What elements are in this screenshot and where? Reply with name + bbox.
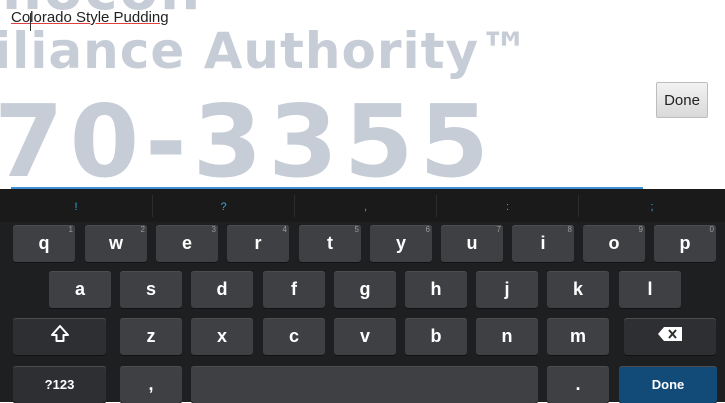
key-s[interactable]: s	[120, 271, 182, 308]
key-w[interactable]: w2	[85, 225, 147, 262]
done-key[interactable]: Done	[619, 366, 717, 403]
key-k[interactable]: k	[547, 271, 609, 308]
editor-text: Colorado Style Pudding	[11, 9, 169, 26]
key-c[interactable]: c	[263, 318, 325, 355]
key-a[interactable]: a	[49, 271, 111, 308]
period-key[interactable]: .	[547, 366, 609, 403]
key-hint: 9	[638, 225, 643, 234]
key-label: w	[108, 233, 123, 253]
key-y[interactable]: y6	[370, 225, 432, 262]
key-b[interactable]: b	[405, 318, 467, 355]
key-label: y	[395, 233, 406, 253]
key-hint: 4	[282, 225, 287, 234]
text-editor-field[interactable]	[11, 9, 643, 189]
comma-key[interactable]: ,	[120, 366, 182, 403]
key-g[interactable]: g	[334, 271, 396, 308]
key-label: i	[540, 233, 546, 253]
key-label: u	[466, 233, 478, 253]
key-d[interactable]: d	[191, 271, 253, 308]
suggestion-comma[interactable]: ,	[295, 189, 436, 222]
shift-icon	[50, 324, 70, 349]
key-label: p	[679, 233, 691, 253]
key-label: .	[575, 374, 581, 394]
key-j[interactable]: j	[476, 271, 538, 308]
key-r[interactable]: r4	[227, 225, 289, 262]
key-u[interactable]: u7	[441, 225, 503, 262]
text-caret	[30, 13, 31, 31]
key-hint: 3	[211, 225, 216, 234]
key-f[interactable]: f	[263, 271, 325, 308]
key-v[interactable]: v	[334, 318, 396, 355]
symbols-key[interactable]: ?123	[13, 366, 106, 403]
done-button[interactable]: Done	[656, 82, 708, 118]
key-i[interactable]: i8	[512, 225, 574, 262]
key-m[interactable]: m	[547, 318, 609, 355]
key-hint: 6	[425, 225, 430, 234]
suggestion-colon[interactable]: :	[437, 189, 578, 222]
soft-keyboard: ! ? , : ; q1 w2 e3 r4 t5 y6 u7 i8 o9 p0 …	[0, 189, 725, 403]
key-h[interactable]: h	[405, 271, 467, 308]
key-l[interactable]: l	[619, 271, 681, 308]
key-hint: 1	[68, 225, 73, 234]
key-label: t	[327, 233, 333, 253]
key-label: q	[38, 233, 50, 253]
suggestion-strip: ! ? , : ;	[0, 189, 725, 222]
backspace-key[interactable]	[624, 318, 716, 355]
suggestion-exclamation[interactable]: !	[0, 189, 152, 222]
key-x[interactable]: x	[191, 318, 253, 355]
key-n[interactable]: n	[476, 318, 538, 355]
key-label: r	[254, 233, 262, 253]
key-label: o	[608, 233, 620, 253]
key-label: e	[181, 233, 192, 253]
suggestion-semicolon[interactable]: ;	[579, 189, 725, 222]
backspace-icon	[657, 326, 683, 347]
key-z[interactable]: z	[120, 318, 182, 355]
key-label: ,	[148, 374, 154, 394]
key-hint: 2	[140, 225, 145, 234]
key-q[interactable]: q1	[13, 225, 75, 262]
key-t[interactable]: t5	[299, 225, 361, 262]
key-e[interactable]: e3	[156, 225, 218, 262]
key-hint: 0	[709, 225, 714, 234]
shift-key[interactable]	[13, 318, 106, 355]
key-p[interactable]: p0	[654, 225, 716, 262]
space-key[interactable]	[191, 366, 538, 403]
key-o[interactable]: o9	[583, 225, 645, 262]
key-hint: 8	[567, 225, 572, 234]
key-hint: 5	[354, 225, 359, 234]
key-hint: 7	[496, 225, 501, 234]
suggestion-question[interactable]: ?	[153, 189, 294, 222]
